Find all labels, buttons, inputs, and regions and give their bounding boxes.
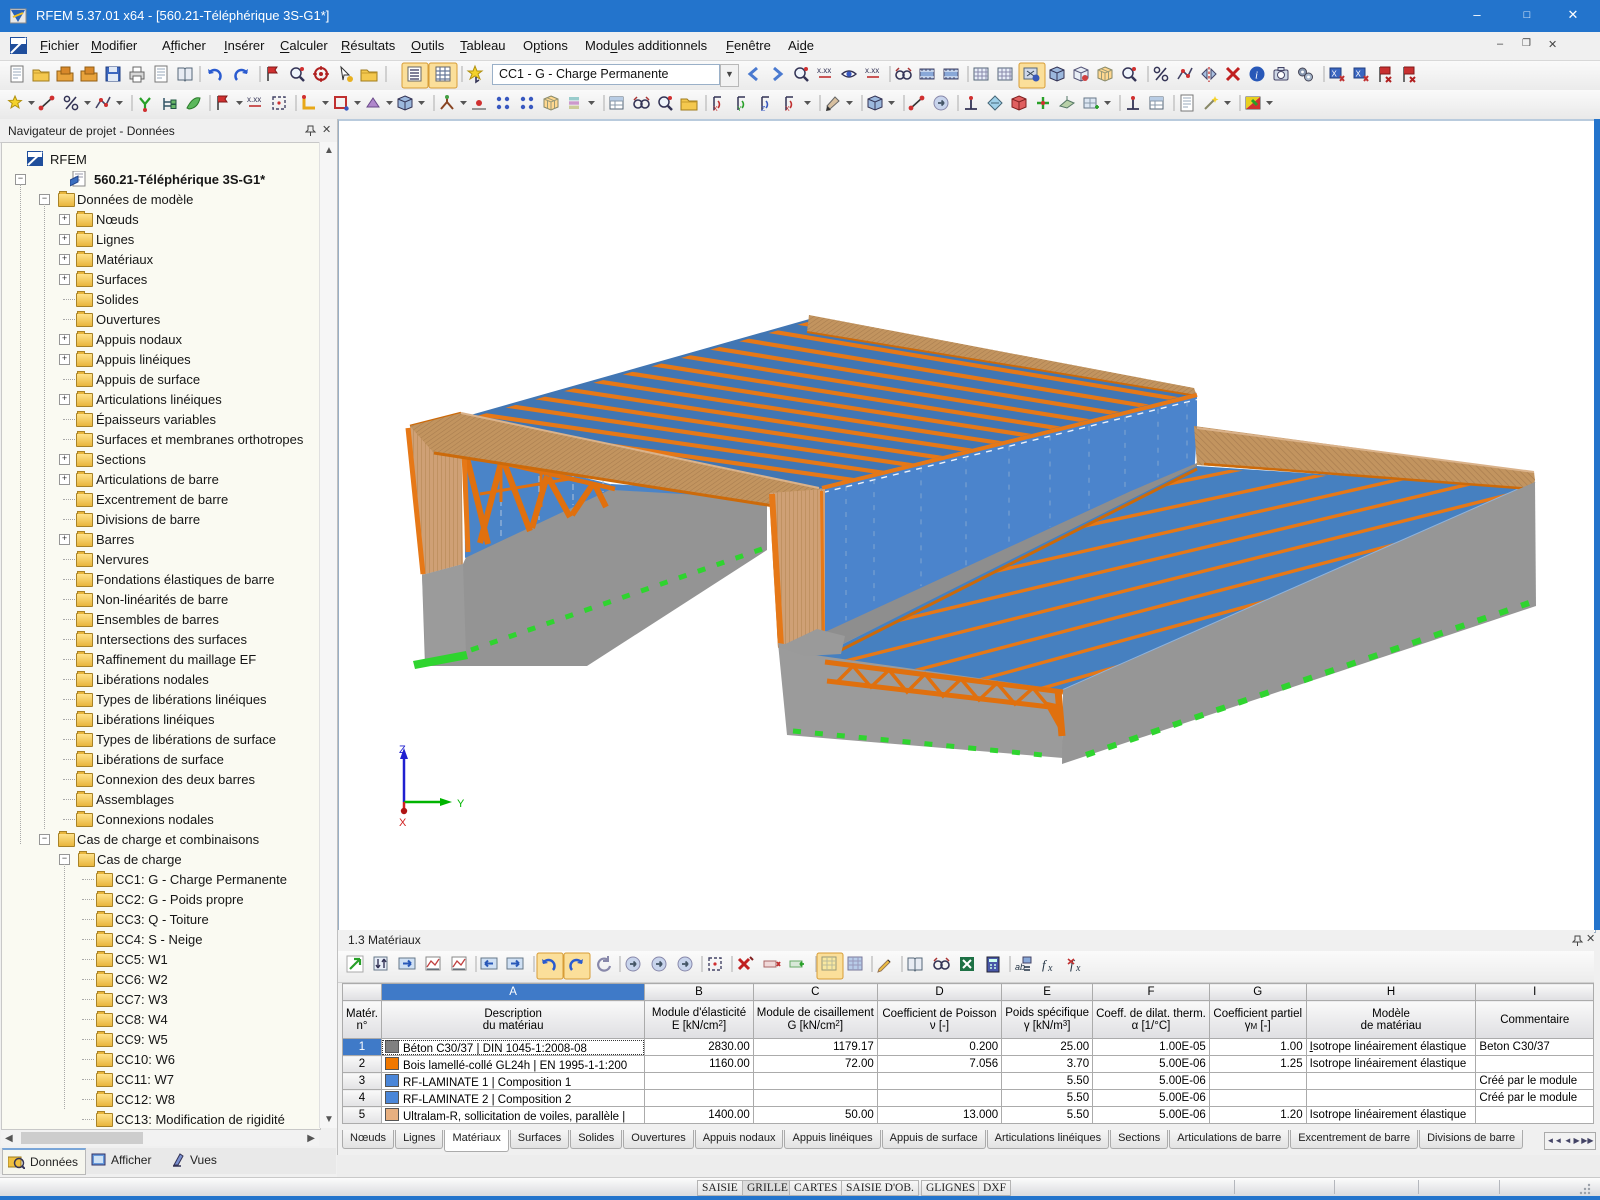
svg-text:i: i: [1255, 70, 1258, 82]
svg-text:X: X: [713, 106, 718, 113]
svg-text:X: X: [1356, 70, 1362, 79]
svg-text:X: X: [785, 106, 790, 113]
svg-text:X: X: [399, 817, 407, 829]
svg-text:x: x: [1047, 963, 1053, 974]
svg-text:Z: Z: [761, 106, 766, 113]
svg-text:x.xx: x.xx: [865, 66, 879, 75]
svg-text:x.xx: x.xx: [817, 66, 831, 75]
svg-text:Y: Y: [457, 798, 465, 810]
svg-text:Y: Y: [737, 106, 742, 113]
svg-text:X: X: [1332, 70, 1338, 79]
svg-text:x.xx: x.xx: [247, 95, 261, 104]
svg-text:x: x: [1075, 963, 1081, 974]
svg-text:Z: Z: [399, 744, 406, 756]
